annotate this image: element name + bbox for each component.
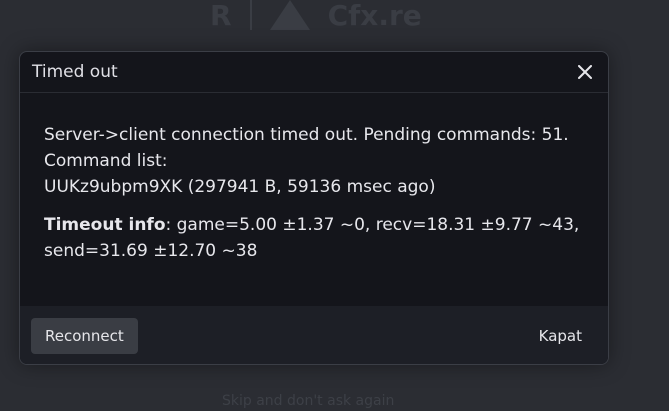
timeout-info: Timeout info: game=5.00 ±1.37 ~0, recv=1… [44, 212, 584, 264]
brand-header: R Cfx.re [210, 0, 422, 32]
close-icon[interactable] [574, 61, 596, 83]
timeout-info-label: Timeout info [44, 215, 166, 235]
dialog-header: Timed out [20, 52, 608, 93]
brand-divider [249, 0, 252, 30]
rockstar-logo: R [210, 0, 232, 32]
timeout-info-line-1: : game=5.00 ±1.37 ~0, recv=18.31 ±9.77 ~… [165, 215, 580, 235]
page: R Cfx.re Skip and don't ask again Timed … [0, 0, 669, 411]
message-line-2: Command list: [44, 151, 168, 171]
dialog-body: Server->client connection timed out. Pen… [20, 93, 608, 306]
timeout-dialog: Timed out Server->client connection time… [19, 51, 609, 365]
cfx-brand-text: Cfx.re [327, 0, 422, 32]
reconnect-button[interactable]: Reconnect [31, 318, 138, 354]
message-line-3: UUKz9ubpm9XK (297941 B, 59136 msec ago) [44, 177, 436, 197]
skip-link[interactable]: Skip and don't ask again [222, 393, 394, 409]
message-line-1: Server->client connection timed out. Pen… [44, 125, 569, 145]
close-icon-svg [578, 65, 592, 79]
close-button[interactable]: Kapat [524, 318, 597, 354]
dialog-title: Timed out [32, 62, 118, 82]
timeout-info-line-2: send=31.69 ±12.70 ~38 [44, 241, 258, 261]
dialog-footer: Reconnect Kapat [20, 306, 608, 364]
cfx-logo-icon [269, 0, 310, 30]
